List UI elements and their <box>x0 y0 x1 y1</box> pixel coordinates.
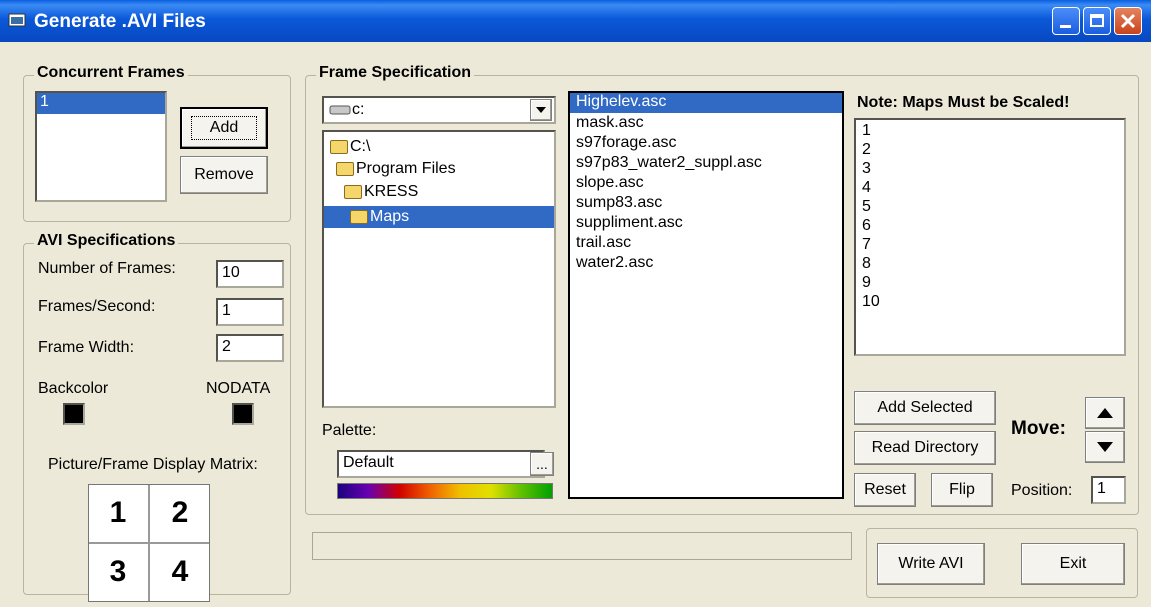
drive-icon <box>329 105 351 115</box>
list-item[interactable]: 6 <box>862 217 871 235</box>
concurrent-frames-legend: Concurrent Frames <box>34 64 188 82</box>
file-item[interactable]: trail.asc <box>576 234 631 252</box>
maps-note: Note: Maps Must be Scaled! <box>857 94 1070 111</box>
matrix-cell[interactable]: 2 <box>151 485 209 541</box>
list-item[interactable]: 7 <box>862 236 871 254</box>
concurrent-frames-list[interactable]: 1 <box>35 91 167 202</box>
backcolor-swatch[interactable] <box>63 403 85 425</box>
palette-label: Palette: <box>322 422 377 439</box>
nodata-swatch[interactable] <box>232 403 254 425</box>
move-up-button[interactable] <box>1085 397 1125 429</box>
folder-open-icon <box>330 140 348 154</box>
flip-button[interactable]: Flip <box>931 473 993 507</box>
palette-gradient-bar <box>337 483 553 499</box>
list-item[interactable]: 9 <box>862 274 871 292</box>
matrix-cell[interactable]: 3 <box>89 544 147 600</box>
list-item[interactable]: 1 <box>862 122 871 140</box>
palette-browse-button[interactable]: ... <box>530 452 554 476</box>
tree-item-program-files[interactable]: Program Files <box>336 160 456 178</box>
file-item[interactable]: slope.asc <box>576 174 644 192</box>
file-item[interactable]: s97p83_water2_suppl.asc <box>576 154 762 172</box>
tree-item-maps[interactable]: Maps <box>324 206 554 228</box>
add-selected-button[interactable]: Add Selected <box>854 391 996 425</box>
arrow-down-icon <box>1097 442 1113 452</box>
nodata-label: NODATA <box>206 380 271 397</box>
position-input[interactable]: 1 <box>1091 476 1126 504</box>
matrix-label: Picture/Frame Display Matrix: <box>48 456 258 473</box>
frame-width-label: Frame Width: <box>38 339 135 356</box>
list-item[interactable]: 8 <box>862 255 871 273</box>
fps-label: Frames/Second: <box>38 298 156 315</box>
position-label: Position: <box>1011 482 1073 499</box>
file-item[interactable]: s97forage.asc <box>576 134 677 152</box>
folder-open-icon <box>336 162 354 176</box>
reset-button[interactable]: Reset <box>854 473 916 507</box>
folder-open-icon <box>344 185 362 199</box>
frame-spec-legend: Frame Specification <box>316 64 475 82</box>
directory-tree[interactable]: C:\ Program Files KRESS Maps <box>322 130 556 408</box>
file-list[interactable]: Highelev.asc mask.asc s97forage.asc s97p… <box>568 91 844 499</box>
window-title: Generate .AVI Files <box>34 11 206 32</box>
list-item[interactable]: 1 <box>37 93 165 114</box>
num-frames-label: Number of Frames: <box>38 260 176 277</box>
file-item[interactable]: water2.asc <box>576 254 653 272</box>
move-label: Move: <box>1011 418 1066 439</box>
list-item[interactable]: 2 <box>862 141 871 159</box>
close-button[interactable] <box>1114 7 1142 35</box>
file-item[interactable]: mask.asc <box>576 114 644 132</box>
matrix-cell[interactable]: 4 <box>151 544 209 600</box>
file-item[interactable]: Highelev.asc <box>570 93 842 113</box>
drive-dropdown-button[interactable] <box>530 99 552 121</box>
add-button-label: Add <box>190 116 258 140</box>
read-directory-button[interactable]: Read Directory <box>854 431 996 465</box>
backcolor-label: Backcolor <box>38 380 109 397</box>
palette-input[interactable]: Default <box>337 450 545 478</box>
display-matrix: 1 2 3 4 <box>88 484 210 602</box>
file-item[interactable]: sump83.asc <box>576 194 662 212</box>
remove-button[interactable]: Remove <box>180 156 268 194</box>
tree-item-kress[interactable]: KRESS <box>344 183 418 201</box>
list-item[interactable]: 5 <box>862 198 871 216</box>
minimize-button[interactable] <box>1052 7 1080 35</box>
maximize-icon <box>1090 14 1104 27</box>
chevron-down-icon <box>536 107 546 113</box>
list-item[interactable]: 4 <box>862 179 871 197</box>
tree-item-c[interactable]: C:\ <box>330 138 370 156</box>
avi-specs-legend: AVI Specifications <box>34 232 179 250</box>
add-button[interactable]: Add <box>180 107 268 149</box>
frame-width-input[interactable]: 2 <box>216 334 284 362</box>
exit-button[interactable]: Exit <box>1021 543 1125 585</box>
list-item[interactable]: 10 <box>862 293 880 311</box>
fps-input[interactable]: 1 <box>216 298 284 326</box>
folder-open-icon <box>350 210 368 224</box>
matrix-cell[interactable]: 1 <box>89 485 147 541</box>
file-item[interactable]: suppliment.asc <box>576 214 683 232</box>
maximize-button[interactable] <box>1083 7 1111 35</box>
write-avi-button[interactable]: Write AVI <box>877 543 985 585</box>
num-frames-input[interactable]: 10 <box>216 260 284 288</box>
title-bar[interactable]: Generate .AVI Files <box>0 0 1151 42</box>
minimize-icon <box>1060 25 1071 28</box>
drive-select[interactable]: c: <box>322 96 556 124</box>
move-down-button[interactable] <box>1085 431 1125 463</box>
close-icon <box>1120 13 1136 29</box>
list-item[interactable]: 3 <box>862 160 871 178</box>
app-icon <box>8 13 26 27</box>
window: Generate .AVI Files Concurrent Frames 1 … <box>0 0 1151 607</box>
arrow-up-icon <box>1097 408 1113 418</box>
frame-order-list[interactable]: 1 2 3 4 5 6 7 8 9 10 <box>854 118 1126 356</box>
drive-value: c: <box>352 101 365 118</box>
progress-bar <box>312 532 852 560</box>
